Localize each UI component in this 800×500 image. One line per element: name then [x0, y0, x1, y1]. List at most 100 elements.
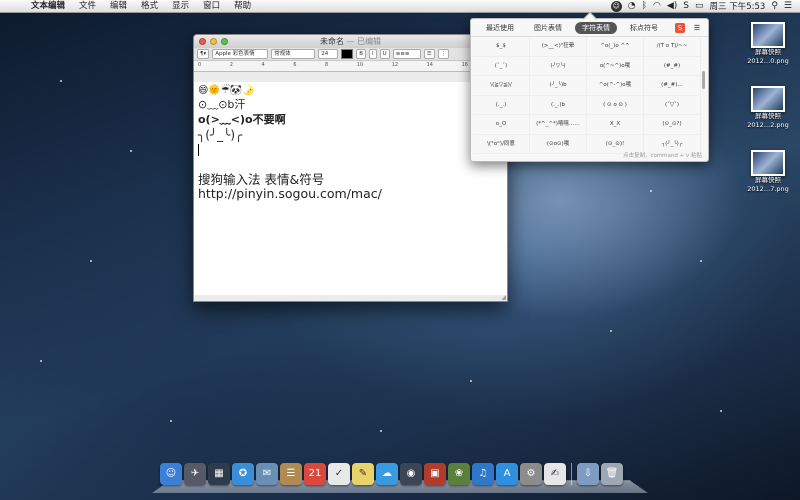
file-name-line-2: 2012…2.png	[747, 121, 789, 129]
kaomoji-cell[interactable]: X_X	[587, 115, 644, 135]
contacts-app-icon[interactable]: ☰	[280, 463, 302, 485]
safari-app-icon[interactable]: ✪	[232, 463, 254, 485]
wifi-icon[interactable]: ◠	[653, 0, 661, 12]
kaomoji-cell[interactable]: $_$	[473, 37, 530, 57]
kaomoji-cell[interactable]: ^o(^-^)o哦	[587, 76, 644, 96]
file-name-line-1: 屏幕快照	[755, 176, 781, 184]
notification-center-icon[interactable]: ☰	[784, 0, 792, 12]
kaomoji-line-3: ╮(╯_╰)╭	[198, 128, 243, 142]
paragraph-style-select[interactable]: ¶▾	[197, 49, 210, 59]
input-method-icon[interactable]: S	[683, 0, 689, 12]
close-button[interactable]	[199, 38, 206, 45]
menu-file[interactable]: 文件	[72, 0, 103, 12]
iphoto-app-icon[interactable]: ❀	[448, 463, 470, 485]
text-color-well[interactable]	[341, 49, 354, 59]
italic-button[interactable]: I	[369, 49, 377, 59]
apple-menu-icon[interactable]	[8, 1, 18, 11]
file-name-line-2: 2012…7.png	[747, 185, 789, 193]
kaomoji-cell[interactable]: (._.)	[473, 95, 530, 115]
sogou-emoji-icon[interactable]: ☺	[610, 0, 622, 12]
desktop-file-screenshot[interactable]: 屏幕快照 2012…0.png	[738, 22, 798, 66]
kaomoji-cell[interactable]: (>__<)"狂晕	[530, 37, 587, 57]
format-toolbar: ¶▾ Apple 彩色表情 常规体 24 B I U ≡≡≡ ☰ ⋮	[194, 48, 507, 61]
kaomoji-cell[interactable]: ^o(_)o ^^	[587, 37, 644, 57]
menu-edit[interactable]: 编辑	[103, 0, 134, 12]
sogou-logo-icon[interactable]: S	[675, 23, 685, 33]
mission-control-app-icon[interactable]: ▦	[208, 463, 230, 485]
kaomoji-cell[interactable]: (⊙o⊙)哦	[530, 134, 587, 154]
spotlight-icon[interactable]: ⚲	[771, 0, 778, 12]
tab-punctuation[interactable]: 标点符号	[623, 22, 665, 34]
resize-handle-icon[interactable]: ◢	[501, 294, 506, 301]
list-style-select[interactable]: ⋮	[437, 49, 450, 59]
kaomoji-cell[interactable]: o_O	[473, 115, 530, 135]
kaomoji-cell[interactable]: (ˇ_ˇ)	[473, 56, 530, 76]
menu-help[interactable]: 帮助	[227, 0, 258, 12]
minimize-button[interactable]	[210, 38, 217, 45]
launchpad-app-icon[interactable]: ✈	[184, 463, 206, 485]
reminders-app-icon[interactable]: ✓	[328, 463, 350, 485]
menu-app-name[interactable]: 文本编辑	[24, 0, 72, 12]
finder-app-icon[interactable]: ☺	[160, 463, 182, 485]
time-machine-icon[interactable]: ◔	[628, 0, 636, 12]
kaomoji-cell[interactable]: (ˇ▽ˇ)	[644, 95, 701, 115]
underline-button[interactable]: U	[379, 49, 390, 59]
dock-apps: ☺ ✈ ▦ ✪ ✉ ☰ 21 ✓ ✎ ☁ ◉ ▣ ❀ ♫ A ⚙ ✍ ⇩ 🗑	[160, 463, 623, 485]
facetime-app-icon[interactable]: ◉	[400, 463, 422, 485]
kaomoji-cell[interactable]: (#_#)	[644, 56, 701, 76]
kaomoji-cell[interactable]: ( ⊙ o ⊙ )	[587, 95, 644, 115]
font-style-select[interactable]: 常规体	[271, 49, 316, 59]
bluetooth-icon[interactable]: ᛒ	[642, 0, 647, 12]
menu-window[interactable]: 窗口	[196, 0, 227, 12]
calendar-app-icon[interactable]: 21	[304, 463, 326, 485]
copy-hint: 点击复制，command + v 粘贴	[622, 153, 702, 159]
ruler-number: 16	[461, 62, 468, 68]
kaomoji-cell[interactable]: (╯_╰)b	[530, 76, 587, 96]
kaomoji-cell[interactable]: (╯▽╰)	[530, 56, 587, 76]
line-spacing-select[interactable]: ☰	[423, 49, 435, 59]
bold-button[interactable]: B	[356, 49, 367, 59]
mail-app-icon[interactable]: ✉	[256, 463, 278, 485]
kaomoji-cell[interactable]: o(^~^)o哦	[587, 56, 644, 76]
battery-icon[interactable]: ▭	[695, 0, 704, 12]
volume-icon[interactable]: ◀)	[667, 0, 677, 12]
menu-format[interactable]: 格式	[134, 0, 165, 12]
downloads-stack-icon[interactable]: ⇩	[577, 463, 599, 485]
panel-scrollbar[interactable]	[702, 71, 705, 89]
edited-status: — 已编辑	[343, 37, 382, 46]
ruler[interactable]: 024681012141618	[194, 61, 507, 72]
itunes-app-icon[interactable]: ♫	[472, 463, 494, 485]
font-family-select[interactable]: Apple 彩色表情	[212, 49, 269, 59]
zoom-button[interactable]	[221, 38, 228, 45]
document-body[interactable]: 😄🌞☔🐼🌛 ⊙﹏⊙b汗 o(>﹏<)o不要啊 ╮(╯_╰)╭ 搜狗输入法 表情&…	[194, 82, 507, 295]
kaomoji-cell[interactable]: (⊙_⊙?)	[644, 115, 701, 135]
messages-app-icon[interactable]: ☁	[376, 463, 398, 485]
desktop-file-screenshot[interactable]: 屏幕快照 2012…7.png	[738, 150, 798, 194]
trash-can-icon[interactable]: 🗑	[601, 463, 623, 485]
document-name: 未命名	[319, 37, 344, 46]
screenshot-thumbnail	[751, 86, 785, 112]
font-size-select[interactable]: 24	[318, 49, 339, 59]
tab-picture-emoji[interactable]: 图片表情	[527, 22, 569, 34]
desktop-file-screenshot[interactable]: 屏幕快照 2012…2.png	[738, 86, 798, 130]
file-name-line-1: 屏幕快照	[755, 48, 781, 56]
photo-booth-app-icon[interactable]: ▣	[424, 463, 446, 485]
window-titlebar[interactable]: 未命名 — 已编辑	[194, 35, 507, 48]
menu-view[interactable]: 显示	[165, 0, 196, 12]
alignment-buttons[interactable]: ≡≡≡	[392, 49, 421, 59]
kaomoji-cell[interactable]: (#_#)…	[644, 76, 701, 96]
kaomoji-cell[interactable]: /(T o T)/~~	[644, 37, 701, 57]
kaomoji-cell[interactable]: \(°o°)/同意	[473, 134, 530, 154]
sogou-emoji-panel: 最近使用 图片表情 字符表情 标点符号 S ☰ $_$ (>__<)"狂晕 ^o(_…	[470, 11, 709, 162]
tab-character-emoji[interactable]: 字符表情	[575, 21, 617, 34]
kaomoji-cell[interactable]: \(≧▽≦)/	[473, 76, 530, 96]
app-store-app-icon[interactable]: A	[496, 463, 518, 485]
tab-recent[interactable]: 最近使用	[479, 22, 521, 34]
notes-app-icon[interactable]: ✎	[352, 463, 374, 485]
textedit-app-icon[interactable]: ✍	[544, 463, 566, 485]
menu-clock[interactable]: 周三 下午5:53	[710, 0, 766, 12]
kaomoji-cell[interactable]: (._.)b	[530, 95, 587, 115]
list-menu-icon[interactable]: ☰	[692, 23, 702, 33]
kaomoji-cell[interactable]: (*^_^*)嘻嘻……	[530, 115, 587, 135]
system-preferences-app-icon[interactable]: ⚙	[520, 463, 542, 485]
